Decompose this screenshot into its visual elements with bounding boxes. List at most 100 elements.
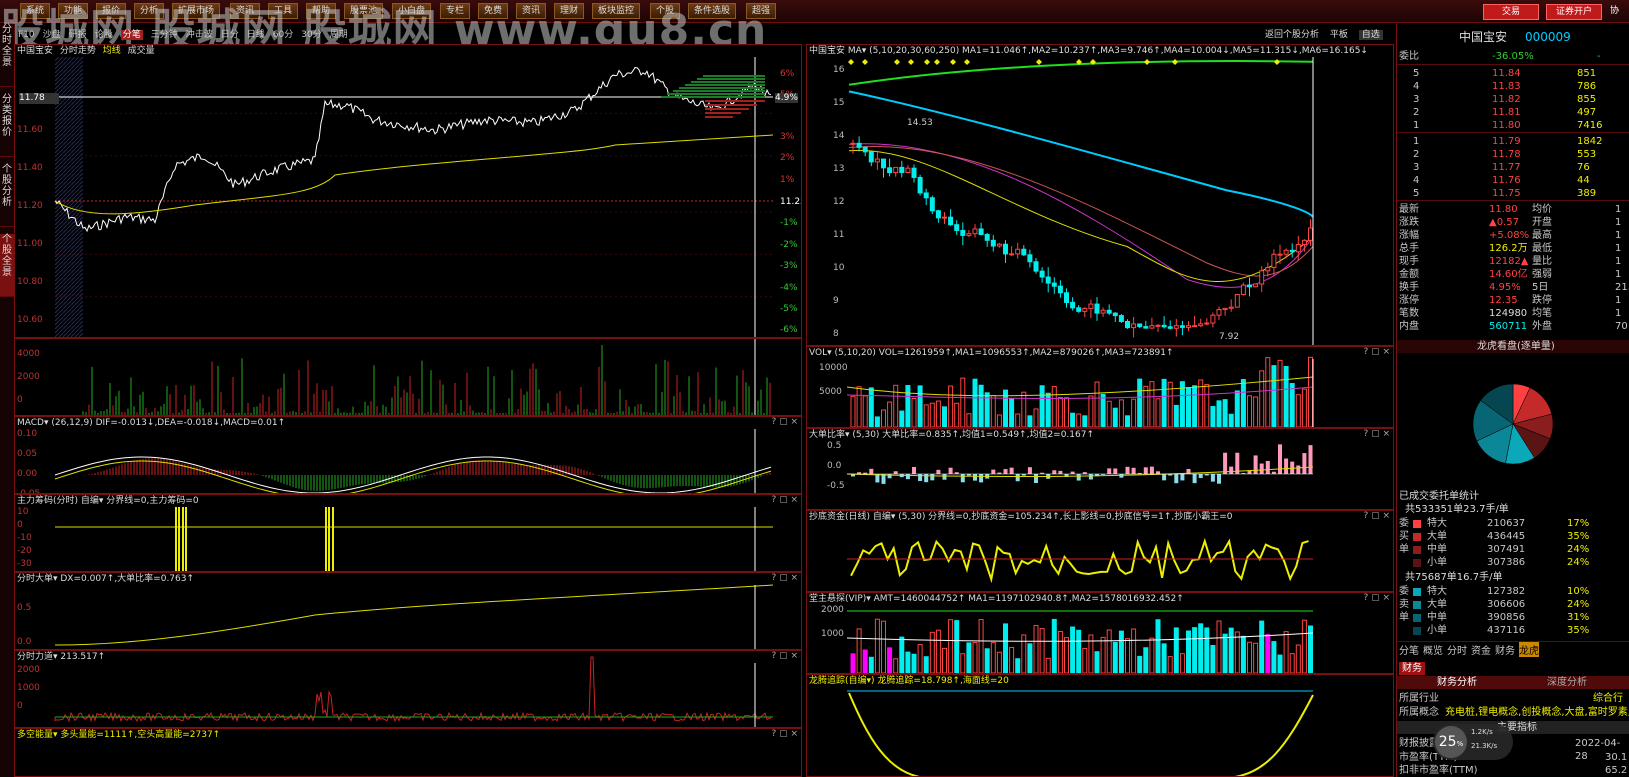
stat-cell: ▲0.57 — [1489, 217, 1519, 228]
intraday-price-pane[interactable]: 中国宝安 分时走势 均线 成交量 11.78 11.60 11.40 11.20 11… — [14, 44, 802, 338]
candle — [1137, 323, 1143, 328]
amt-bar — [990, 642, 996, 673]
buy-order-row-cell: 11.78 — [1492, 149, 1521, 160]
amt-bar — [1179, 653, 1185, 673]
deal-cell: 大单 — [1427, 599, 1447, 610]
toolbar-item[interactable]: 30分 — [301, 30, 321, 40]
buy-total: 共533351单23.7手/单 — [1405, 504, 1509, 515]
amt-bar — [1137, 655, 1143, 673]
quote-tab[interactable]: 分时 — [1447, 642, 1467, 657]
industry-label: 所属行业 — [1399, 693, 1439, 704]
amt-bar — [911, 653, 917, 673]
buy-order-row: 2 11.78 553 — [1397, 148, 1629, 161]
amt-bar — [899, 636, 905, 673]
toolbar-item[interactable]: 60分 — [273, 30, 293, 40]
axis-tick-label: 5000 — [819, 387, 842, 397]
toolbar-item[interactable]: 周期 — [330, 30, 348, 40]
amt-bar — [1173, 627, 1179, 673]
volume-bar — [1009, 398, 1015, 427]
amt-bar — [1295, 644, 1301, 673]
sidebar-tab-analysis[interactable]: 个股分析 — [0, 164, 14, 227]
sidebar-tab-overview[interactable]: 分时全景 — [0, 24, 14, 87]
candle — [1076, 307, 1082, 312]
trade-button[interactable]: 交易 — [1483, 4, 1539, 20]
volume-bar — [966, 413, 972, 427]
amt-bar — [1112, 641, 1118, 673]
toolbar-item[interactable]: 论股 — [95, 30, 113, 40]
stat-cell: 最高 — [1532, 230, 1552, 241]
amt-bar — [1155, 619, 1161, 673]
toolbar-item[interactable]: 研报 — [69, 30, 87, 40]
toolbar-item[interactable]: F10 — [18, 30, 35, 40]
dragon-line — [848, 692, 1314, 776]
deal-row: 委 特大 127382 10% — [1397, 585, 1629, 598]
macd-pane[interactable]: MACD▾ (26,12,9) DIF=-0.013↓,DEA=-0.018↓,… — [14, 416, 802, 494]
close-button[interactable]: 协 — [1610, 4, 1628, 18]
back-to-analysis-button[interactable]: 返回个股分析 — [1265, 30, 1319, 40]
sidebar-tab-quotes[interactable]: 分类报价 — [0, 94, 14, 157]
axis-tick-label: 10000 — [819, 363, 848, 373]
quote-tab[interactable]: 龙虎 — [1519, 642, 1539, 657]
flat-button[interactable]: 平板 — [1330, 30, 1348, 40]
order-bar — [691, 81, 765, 83]
force-bar — [178, 507, 180, 571]
big-order-pane[interactable]: 分时大单▾ DX=0.007↑,大单比率=0.763↑ ? ▢ × 0.5 0.0 — [14, 572, 802, 650]
account-button[interactable]: 证券开户 — [1546, 4, 1602, 20]
deal-cell: 31% — [1567, 612, 1590, 623]
stat-cell: 1 — [1615, 269, 1622, 280]
pane-controls[interactable]: ? ▢ × — [771, 729, 798, 739]
axis-tick-label: 10 — [833, 263, 845, 273]
toolbar-item[interactable]: 分笔 — [120, 30, 143, 40]
intraday-volume-pane[interactable]: 4000 2000 0 — [14, 338, 802, 416]
axis-tick-label: 0.0 — [17, 637, 32, 647]
candle — [923, 192, 929, 199]
amt-bar — [1283, 631, 1289, 673]
axis-tick-label: 11.40 — [17, 163, 43, 173]
candle — [1234, 293, 1240, 308]
bottom-fund-chart — [847, 537, 1313, 584]
network-speed-widget[interactable]: 25% 1.2K/s 21.3K/s — [1433, 724, 1513, 760]
deal-row: 卖 大单 306606 24% — [1397, 598, 1629, 611]
quote-tab[interactable]: 分笔 — [1399, 642, 1419, 657]
quote-tab[interactable]: 概览 — [1423, 642, 1443, 657]
signal-diamond — [908, 59, 914, 65]
deal-side-label: 单 — [1399, 544, 1409, 555]
sidebar-tab-panorama[interactable]: 个股全景 — [0, 234, 14, 297]
axis-tick-label: 11.20 — [17, 201, 43, 211]
main-force-pane[interactable]: 主力筹码(分时) 自编▾ 分界线=0,主力筹码=0 ? ▢ × 10 0 -10 -2… — [14, 494, 802, 572]
toolbar-item[interactable]: 三分钟 — [151, 30, 178, 40]
ratio-bar — [960, 474, 965, 483]
dragon-pane[interactable]: 龙腾追踪(自编▾) 龙腾追踪=18.798↑,海面线=20 — [806, 674, 1394, 777]
finance-analysis-tab[interactable]: 财务分析 — [1437, 676, 1477, 689]
toolbar-item[interactable]: 日线 — [247, 30, 265, 40]
deep-analysis-tab[interactable]: 深度分析 — [1547, 676, 1587, 689]
quote-tab[interactable]: 资金 — [1471, 642, 1491, 657]
deal-cell: 437116 — [1487, 625, 1526, 636]
download-speed: 21.3K/s — [1471, 742, 1498, 750]
sell-order-row-cell: 497 — [1577, 107, 1597, 118]
strength-pane[interactable]: 分时力道▾ 213.517↑ ? ▢ × 2000 1000 0 — [14, 650, 802, 728]
candle — [1216, 309, 1222, 316]
custom-select[interactable]: 自选 — [1358, 30, 1383, 40]
ratio-bar — [1107, 468, 1112, 474]
amt-bar — [923, 656, 929, 673]
stat-cell: 最低 — [1532, 243, 1552, 254]
big-ratio-pane[interactable]: 大单比率▾ (5,30) 大单比率=0.835↑,均值1=0.549↑,均值2=… — [806, 428, 1394, 510]
toolbar-item[interactable]: 日分 — [221, 30, 239, 40]
toolbar-item[interactable]: 冲击波 — [186, 30, 213, 40]
axis-tick-label: 13 — [833, 164, 845, 174]
finance-tab[interactable]: 财务 — [1399, 662, 1425, 675]
candle — [1082, 307, 1088, 312]
sell-order-row-cell: 2 — [1413, 107, 1420, 118]
quote-tab[interactable]: 财务 — [1495, 642, 1515, 657]
ma250-line — [848, 90, 1314, 218]
volume-bar — [1064, 397, 1069, 427]
toolbar-item[interactable]: 沙盘 — [43, 30, 61, 40]
kline-pane[interactable]: 中国宝安 MA▾ (5,10,20,30,60,250) MA1=11.046↑… — [806, 44, 1394, 346]
bottom-fund-pane[interactable]: 抄底资金(日线) 自编▾ (5,30) 分界线=0,抄底资金=105.234↑,… — [806, 510, 1394, 592]
axis-tick-label: -20 — [17, 546, 32, 556]
energy-pane[interactable]: 多空能量▾ 多头量能=1111↑,空头高量能=2737↑ ? ▢ × — [14, 728, 802, 777]
kline-volume-pane[interactable]: VOL▾ (5,10,20) VOL=1261959↑,MA1=1096553↑… — [806, 346, 1394, 428]
amt-pane[interactable]: 堂主悬探(VIP)▾ AMT=1460044752↑ MA1=119710294… — [806, 592, 1394, 674]
ratio-bar — [973, 474, 977, 481]
